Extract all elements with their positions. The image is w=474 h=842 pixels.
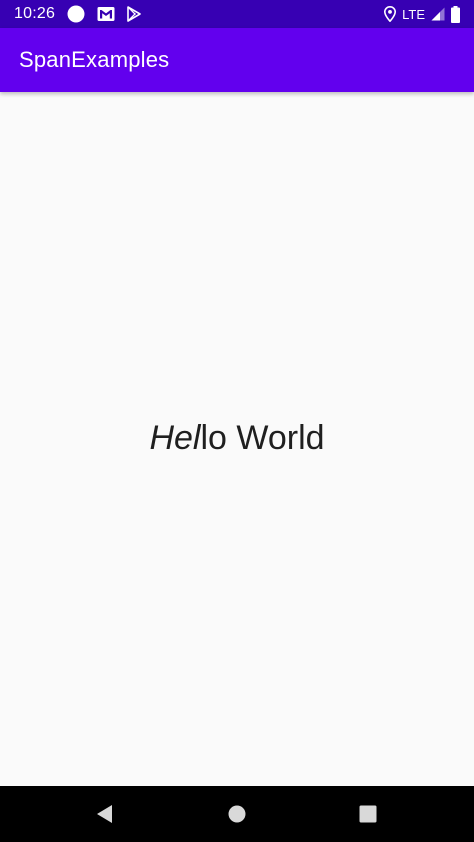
signal-icon [431,7,445,21]
circle-notification-icon [67,5,85,23]
recents-icon [359,805,377,823]
back-icon [96,804,114,824]
screen: 10:26 LTE SpanExamples Hello World [0,0,474,842]
app-bar: SpanExamples [0,28,474,92]
recents-button[interactable] [338,786,398,842]
status-bar: 10:26 LTE [0,0,474,28]
gmail-icon [97,6,115,22]
location-icon [384,6,397,22]
play-store-icon [127,6,141,22]
battery-icon [451,5,460,23]
status-time: 10:26 [14,5,56,22]
hello-italic-span: Hel [149,418,201,457]
navigation-bar [0,786,474,842]
home-icon [228,805,246,823]
status-left: 10:26 [14,5,141,23]
hello-world-text: Hello World [149,419,324,458]
home-button[interactable] [207,786,267,842]
app-title: SpanExamples [19,47,170,72]
back-button[interactable] [75,786,135,842]
hello-regular-span: lo World [200,418,325,457]
network-type: LTE [402,6,425,22]
status-right: LTE [384,5,460,23]
main-content: Hello World [0,92,474,786]
